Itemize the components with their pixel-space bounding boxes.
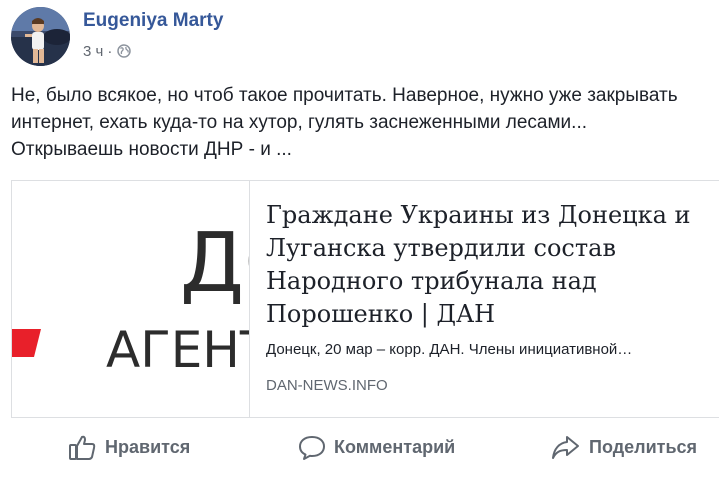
- dan-logo-image: ДО АГЕНТ: [12, 181, 249, 417]
- link-description: Донецк, 20 мар – корр. ДАН. Члены инициа…: [266, 341, 633, 358]
- link-title-line: Луганска утвердили состав: [266, 234, 616, 262]
- logo-small-text: АГЕНТ: [106, 321, 249, 379]
- comment-icon: [299, 435, 325, 460]
- link-domain: DAN-NEWS.INFO: [266, 377, 388, 394]
- link-title-line: Граждане Украины из Донецка и: [266, 201, 691, 229]
- facebook-post: Eugeniya Marty 3 ч · Не, было всякое, но…: [0, 0, 719, 479]
- comment-button[interactable]: Комментарий: [298, 424, 455, 470]
- comment-label: Комментарий: [334, 436, 456, 457]
- share-button[interactable]: Поделиться: [551, 424, 697, 470]
- meta-separator: ·: [107, 42, 113, 60]
- post-timestamp[interactable]: 3 ч: [83, 43, 103, 60]
- post-meta: 3 ч ·: [83, 42, 132, 60]
- link-title-line: Народного трибунала над: [266, 267, 597, 295]
- link-title[interactable]: Граждане Украины из Донецка и Луганска у…: [266, 199, 719, 331]
- avatar-photo: [11, 7, 70, 66]
- like-button[interactable]: Нравится: [68, 424, 190, 470]
- avatar[interactable]: [11, 7, 70, 66]
- link-preview-image[interactable]: ДО АГЕНТ: [12, 181, 250, 417]
- like-label: Нравится: [105, 436, 191, 457]
- post-text-line: Открываешь новости ДНР - и ...: [11, 139, 292, 160]
- logo-big-text: ДО: [180, 216, 249, 311]
- post-text: Не, было всякое, но чтоб такое прочитать…: [11, 82, 719, 163]
- post-text-line: интернет, ехать куда-то на хутор, гулять…: [11, 112, 588, 133]
- link-preview-card[interactable]: ДО АГЕНТ Граждане Украины из Донецка и Л…: [11, 180, 719, 418]
- post-text-line: Не, было всякое, но чтоб такое прочитать…: [11, 85, 678, 106]
- globe-icon[interactable]: [117, 44, 132, 58]
- post-action-bar: Нравится Комментарий Поделиться: [0, 424, 719, 470]
- share-icon: [552, 435, 579, 459]
- share-label: Поделиться: [589, 436, 698, 457]
- author-name[interactable]: Eugeniya Marty: [83, 10, 223, 32]
- link-title-line: Порошенко | ДАН: [266, 300, 496, 328]
- thumbs-up-icon: [69, 435, 96, 460]
